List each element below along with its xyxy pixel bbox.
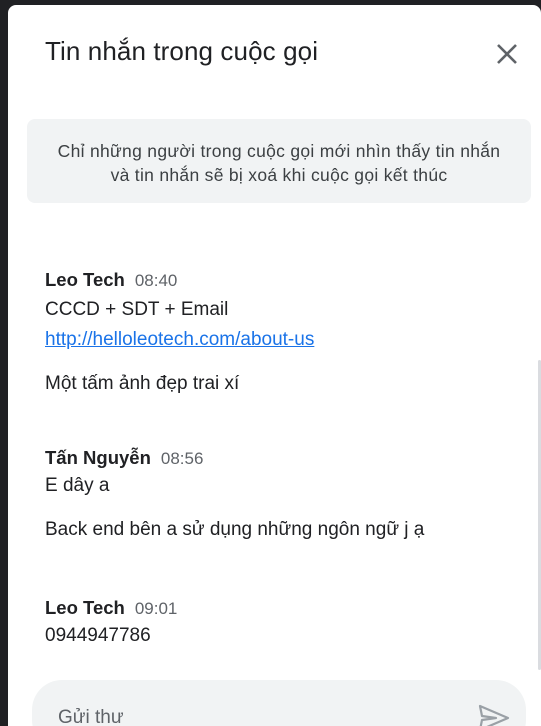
message-header: Leo Tech 08:40	[45, 269, 521, 291]
message-text: 0944947786	[45, 625, 151, 646]
message-text: Back end bên a sử dụng những ngôn ngữ j …	[45, 519, 425, 540]
message-text: E dây a	[45, 475, 110, 496]
message-group: Leo Tech 08:40 CCCD + SDT + Email http:/…	[45, 269, 521, 399]
message-text: Một tấm ảnh đẹp trai xí	[45, 373, 240, 394]
in-call-messages-panel: Tin nhắn trong cuộc gọi Chỉ những người …	[8, 5, 541, 726]
sender-name: Tấn Nguyễn	[45, 447, 151, 468]
message-group: Tấn Nguyễn 08:56 E dây a Back end bên a …	[45, 447, 521, 545]
close-button[interactable]	[490, 37, 524, 71]
notice-line-2: và tin nhắn sẽ bị xoá khi cuộc gọi kết t…	[110, 165, 448, 185]
send-icon	[478, 704, 510, 726]
message-header: Leo Tech 09:01	[45, 597, 521, 619]
panel-header: Tin nhắn trong cuộc gọi	[8, 5, 541, 100]
message-time: 09:01	[134, 599, 178, 618]
message-list: Leo Tech 08:40 CCCD + SDT + Email http:/…	[8, 245, 541, 675]
notice-line-1: Chỉ những người trong cuộc gọi mới nhìn …	[57, 141, 501, 161]
message-header: Tấn Nguyễn 08:56	[45, 447, 521, 469]
sender-name: Leo Tech	[45, 597, 125, 618]
message-time: 08:40	[134, 271, 178, 290]
send-button[interactable]	[474, 700, 514, 726]
sender-name: Leo Tech	[45, 269, 125, 290]
message-text: CCCD + SDT + Email	[45, 299, 229, 320]
close-icon	[497, 44, 517, 64]
panel-title: Tin nhắn trong cuộc gọi	[45, 36, 319, 66]
message-time: 08:56	[160, 449, 204, 468]
privacy-notice: Chỉ những người trong cuộc gọi mới nhìn …	[27, 119, 531, 203]
message-group: Leo Tech 09:01 0944947786	[45, 597, 521, 651]
message-link[interactable]: http://helloleotech.com/about-us	[45, 325, 521, 355]
message-input[interactable]	[56, 702, 440, 726]
compose-box	[32, 680, 526, 726]
